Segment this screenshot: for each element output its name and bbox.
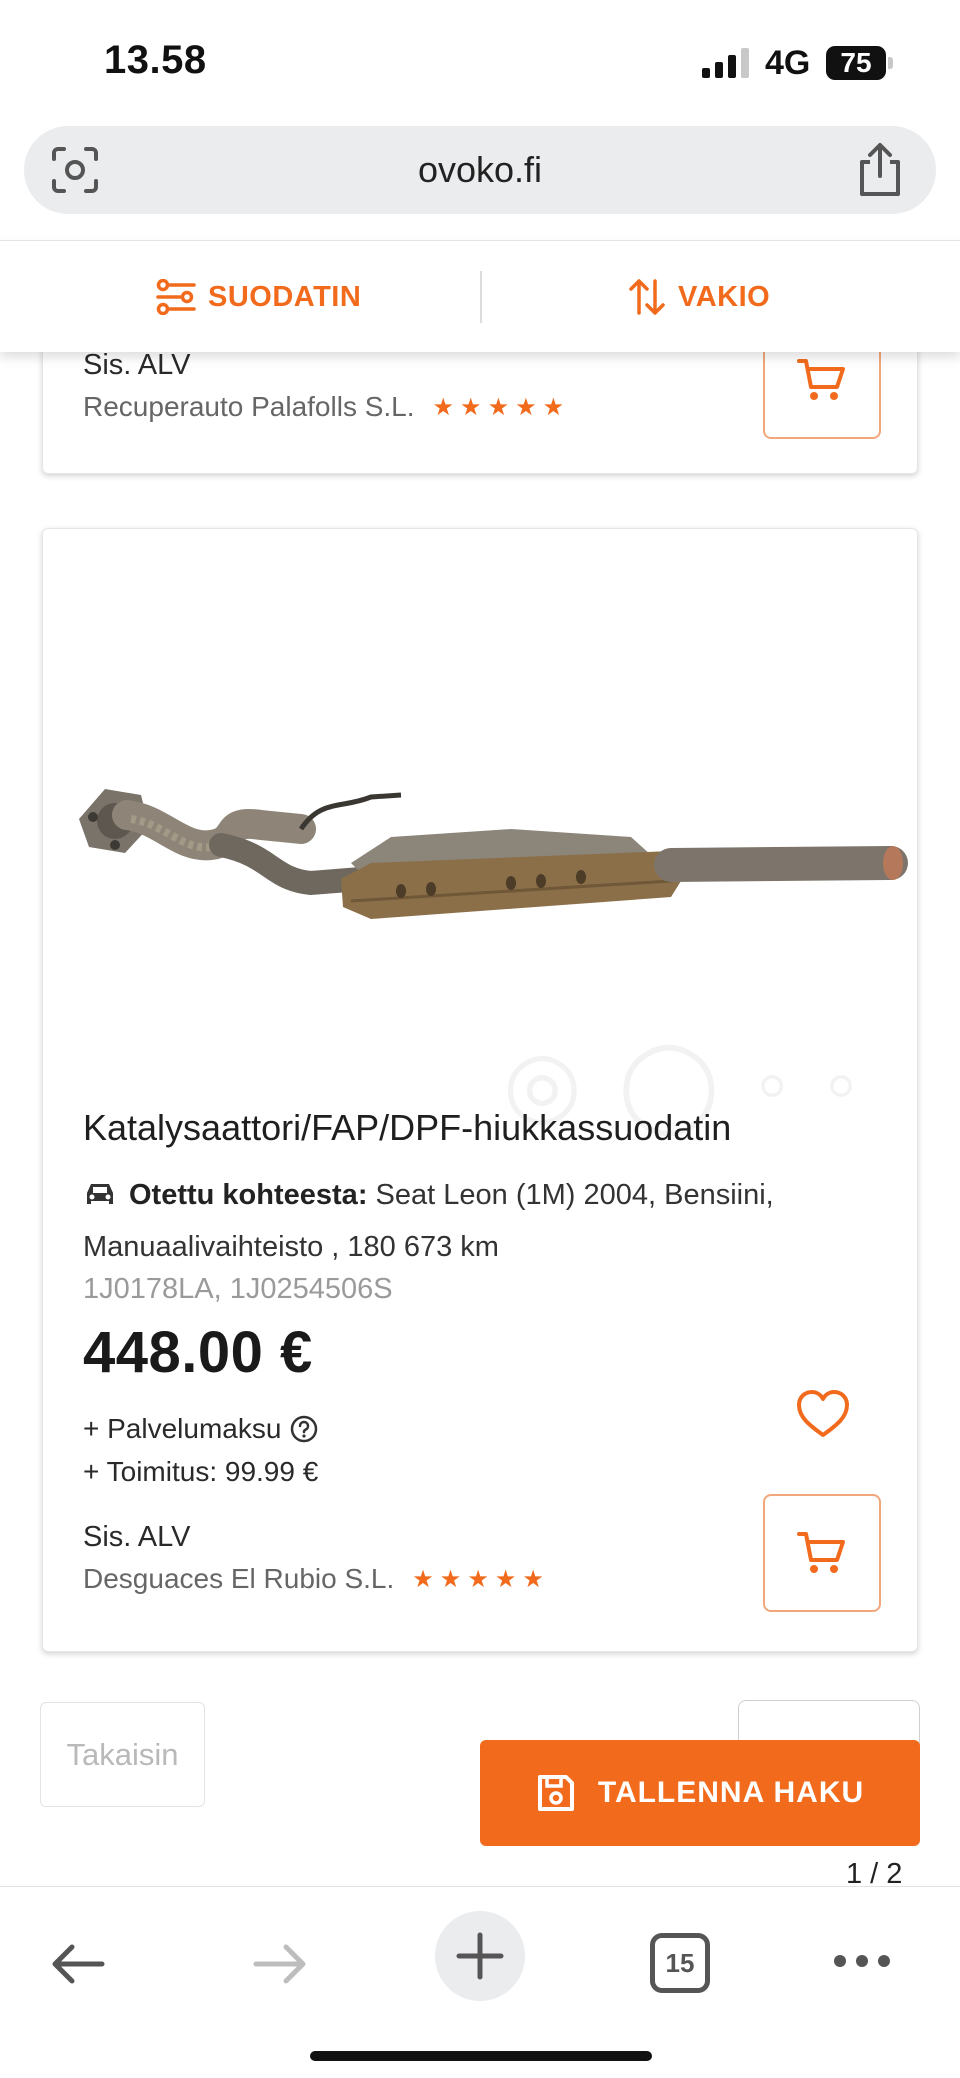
product-image[interactable] [71,669,911,979]
filter-label: SUODATIN [208,280,362,313]
network-type: 4G [765,44,811,82]
battery-icon: 75 [826,46,894,80]
browser-toolbar: 15 [0,1886,960,2078]
service-fee-label: + Palvelumaksu [83,1413,282,1444]
url-text[interactable]: ovoko.fi [24,126,936,214]
battery-level: 75 [840,47,872,78]
seller-label: Recuperauto Palafolls S.L. [83,391,415,422]
forward-arrow-icon[interactable] [250,1939,310,1989]
sort-label: VAKIO [678,280,771,313]
new-tab-button[interactable] [435,1911,525,2001]
origin-label: Otettu kohteesta: [129,1179,368,1211]
back-button[interactable]: Takaisin [40,1702,205,1807]
product-title[interactable]: Katalysaattori/FAP/DPF-hiukkassuodatin [83,1107,731,1149]
seller-name[interactable]: Desguaces El Rubio S.L. ★★★★★ [83,1563,550,1595]
cart-icon [797,359,845,400]
filter-button[interactable]: SUODATIN [156,241,361,353]
vat-label: Sis. ALV [83,349,191,381]
favorite-heart-icon[interactable] [795,1389,851,1439]
home-indicator [310,2051,652,2061]
save-search-button[interactable]: TALLENNA HAKU [480,1740,920,1846]
divider [480,271,482,323]
status-bar: 13.58 4G 75 [0,0,960,120]
vat-label: Sis. ALV [83,1521,191,1553]
origin-info: Otettu kohteesta: Seat Leon (1M) 2004, B… [83,1169,883,1273]
part-codes: 1J0178LA, 1J0254506S [83,1273,393,1305]
back-arrow-icon[interactable] [48,1939,108,1989]
help-icon[interactable] [289,1414,319,1444]
seller-name[interactable]: Recuperauto Palafolls S.L. ★★★★★ [83,391,570,423]
address-bar[interactable]: ovoko.fi [24,126,936,214]
save-search-label: TALLENNA HAKU [597,1776,865,1809]
save-disk-icon [537,1775,574,1811]
plus-icon [456,1932,504,1980]
filter-sort-bar: SUODATIN VAKIO [0,240,960,352]
status-time: 13.58 [104,38,207,82]
add-to-cart-button[interactable] [763,1494,881,1612]
more-options-icon[interactable] [832,1949,892,1973]
rating-stars: ★★★★★ [432,393,571,421]
service-fee: + Palvelumaksu [83,1413,319,1445]
share-icon[interactable] [854,142,906,198]
tab-count-button[interactable]: 15 [650,1933,710,1993]
cart-icon [797,1532,845,1573]
sort-arrows-icon [629,279,665,315]
sliders-icon [156,279,196,315]
shipping-cost: + Toimitus: 99.99 € [83,1456,319,1487]
cellular-signal-icon [702,48,749,78]
sort-button[interactable]: VAKIO [628,241,770,353]
rating-stars: ★★★★★ [412,1565,550,1593]
car-icon [87,1184,113,1204]
listing-card[interactable]: ◎ ◯ ◦ ◦ Katalysaattori/FAP/DPF-hiukkassu… [42,528,918,1652]
seller-label: Desguaces El Rubio S.L. [83,1563,395,1594]
price: 448.00 € [83,1320,313,1385]
